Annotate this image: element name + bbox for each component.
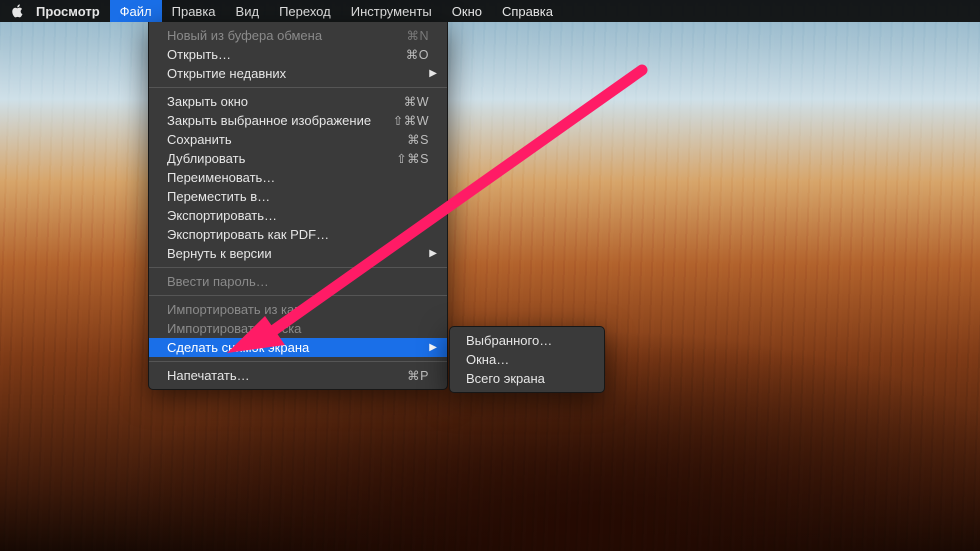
menu-item[interactable]: Закрыть выбранное изображение⇧⌘W [149,111,447,130]
menu-item: Новый из буфера обмена⌘N [149,26,447,45]
menu-item-label: Закрыть выбранное изображение [167,113,393,128]
menu-item-label: Сохранить [167,132,407,147]
menu-item-label: Импортировать из кам [167,302,429,317]
screenshot-submenu: Выбранного… Окна… Всего экрана [449,326,605,393]
file-menu-dropdown: Новый из буфера обмена⌘NОткрыть…⌘OОткрыт… [148,22,448,390]
menu-item-label: Переименовать… [167,170,429,185]
submenu-item[interactable]: Всего экрана [450,369,604,388]
submenu-item-label: Окна… [466,352,509,367]
menu-item-label: Дублировать [167,151,396,166]
menu-item[interactable]: Сохранить⌘S [149,130,447,149]
menu-правка[interactable]: Правка [162,0,226,22]
menu-item-label: Переместить в… [167,189,429,204]
menu-вид[interactable]: Вид [226,0,270,22]
menu-item-shortcut: ⌘N [406,28,429,43]
menu-item: Ввести пароль… [149,272,447,291]
menu-item-shortcut: ⌘O [406,47,429,62]
menu-item-shortcut: ⇧⌘W [393,113,429,128]
menu-item[interactable]: Дублировать⇧⌘S [149,149,447,168]
menu-item-label: Новый из буфера обмена [167,28,406,43]
submenu-arrow-icon: ▶ [429,68,437,79]
menu-item-label: Открыть… [167,47,406,62]
menu-item[interactable]: Сделать снимок экрана▶ [149,338,447,357]
menu-item[interactable]: Экспортировать… [149,206,447,225]
menu-item-label: Открытие недавних [167,66,429,81]
submenu-item[interactable]: Выбранного… [450,331,604,350]
menu-item-shortcut: ⌘P [407,368,429,383]
menu-инструменты[interactable]: Инструменты [341,0,442,22]
submenu-arrow-icon: ▶ [429,248,437,259]
menu-item[interactable]: Закрыть окно⌘W [149,92,447,111]
menu-item-shortcut: ⌘S [407,132,429,147]
menu-справка[interactable]: Справка [492,0,563,22]
menu-item: Импортировать со ска [149,319,447,338]
menu-item[interactable]: Открытие недавних▶ [149,64,447,83]
menu-файл[interactable]: Файл [110,0,162,22]
menu-item[interactable]: Экспортировать как PDF… [149,225,447,244]
app-name[interactable]: Просмотр [26,4,110,19]
menu-item-shortcut: ⇧⌘S [396,151,429,166]
menu-item[interactable]: Открыть…⌘O [149,45,447,64]
submenu-arrow-icon: ▶ [429,342,437,353]
submenu-item-label: Всего экрана [466,371,545,386]
submenu-item[interactable]: Окна… [450,350,604,369]
desktop-wallpaper [0,0,980,551]
menu-item-label: Ввести пароль… [167,274,429,289]
menu-item-shortcut: ⌘W [404,94,429,109]
menubar: Просмотр ФайлПравкаВидПереходИнструменты… [0,0,980,22]
menu-item-label: Закрыть окно [167,94,404,109]
menu-переход[interactable]: Переход [269,0,341,22]
menu-item-label: Экспортировать как PDF… [167,227,429,242]
apple-menu-icon[interactable] [8,4,26,18]
menu-item-label: Вернуть к версии [167,246,429,261]
menu-item[interactable]: Переименовать… [149,168,447,187]
menu-item-label: Экспортировать… [167,208,429,223]
menu-item-label: Сделать снимок экрана [167,340,429,355]
menu-item: Импортировать из кам [149,300,447,319]
submenu-item-label: Выбранного… [466,333,552,348]
menu-item[interactable]: Напечатать…⌘P [149,366,447,385]
menu-окно[interactable]: Окно [442,0,492,22]
menu-item[interactable]: Переместить в… [149,187,447,206]
menu-item[interactable]: Вернуть к версии▶ [149,244,447,263]
menu-item-label: Напечатать… [167,368,407,383]
menu-item-label: Импортировать со ска [167,321,429,336]
